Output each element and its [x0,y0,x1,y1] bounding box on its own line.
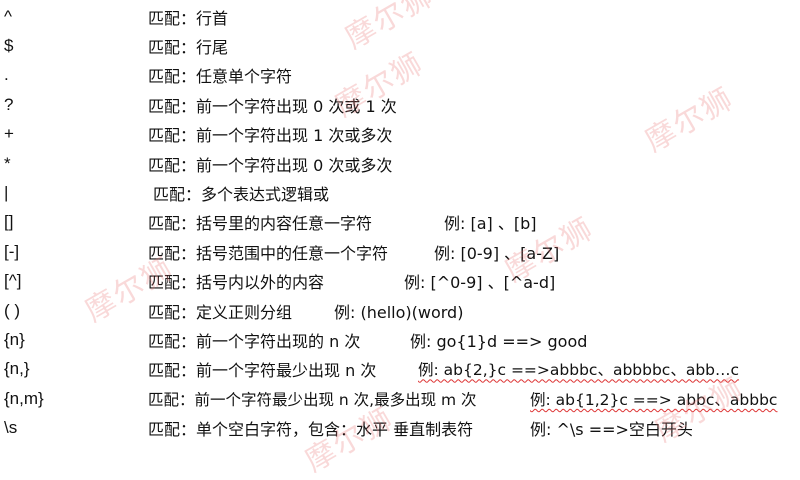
regex-description: 匹配：定义正则分组 [148,302,293,322]
regex-symbol: {n} [4,329,25,349]
regex-example: 例: ab{2,}c ==>abbbc、abbbbc、abb…c [418,361,740,380]
regex-description: 匹配：单个空白字符，包含：水平 垂直制表符 [148,420,474,440]
regex-description: 匹配：行首 [148,8,229,28]
regex-symbol: ? [4,94,14,114]
regex-description: 匹配：行尾 [148,38,229,58]
regex-symbol: \s [4,418,18,438]
table-row: \s 匹配：单个空白字符，包含：水平 垂直制表符 例: ^\s ==>空白开头 [0,413,800,442]
regex-description: 匹配：前一个字符出现 1 次或多次 [148,126,393,146]
table-row: + 匹配：前一个字符出现 1 次或多次 [0,120,800,149]
regex-description: 匹配：前一个字符最少出现 n 次 [148,361,377,381]
regex-example: 例: [^0-9] 、[^a-d] [404,273,556,293]
regex-description: 匹配：前一个字符出现 0 次或 1 次 [148,96,397,116]
table-row: $ 匹配：行尾 [0,31,800,60]
regex-symbol: [] [4,212,14,232]
regex-description: 匹配：括号里的内容任意一字符 [148,214,373,234]
regex-symbol: + [4,124,14,144]
regex-symbol: $ [4,36,14,56]
regex-symbol: | [4,183,9,203]
regex-description: 匹配：前一个字符最少出现 n 次,最多出现 m 次 [148,390,477,409]
table-row: ? 匹配：前一个字符出现 0 次或 1 次 [0,90,800,119]
regex-symbol: [^] [4,271,22,291]
regex-symbol: [-] [4,241,20,261]
regex-reference-table: ^ 匹配：行首 $ 匹配：行尾 . 匹配：任意单个字符 ? 匹配：前一个字符出现… [0,0,800,479]
table-row: {n,} 匹配：前一个字符最少出现 n 次 例: ab{2,}c ==>abbb… [0,355,800,384]
regex-symbol: {n,} [4,359,30,379]
regex-example: 例: ab{1,2}c ==> abbc、abbbc [530,390,778,409]
table-row: {n,m} 匹配：前一个字符最少出现 n 次,最多出现 m 次 例: ab{1,… [0,384,800,413]
regex-example: 例: go{1}d ==> good [410,331,588,351]
regex-symbol: ^ [4,6,12,26]
regex-example: 例: (hello)(word) [334,302,464,322]
regex-symbol: {n,m} [4,388,44,408]
regex-description: 匹配：括号内以外的内容 [148,273,325,293]
table-row: ( ) 匹配：定义正则分组 例: (hello)(word) [0,296,800,325]
regex-description: 匹配：任意单个字符 [148,67,293,87]
regex-example: 例: [0-9] 、[a-Z] [434,243,560,263]
regex-symbol: . [4,65,9,85]
regex-symbol: ( ) [4,300,21,320]
table-row: [] 匹配：括号里的内容任意一字符 例: [a] 、[b] [0,208,800,237]
regex-description: 匹配：多个表达式逻辑或 [153,185,330,205]
regex-description: 匹配：前一个字符出现 0 次或多次 [148,155,393,175]
table-row: [^] 匹配：括号内以外的内容 例: [^0-9] 、[^a-d] [0,267,800,296]
table-row: [-] 匹配：括号范围中的任意一个字符 例: [0-9] 、[a-Z] [0,237,800,266]
table-row: * 匹配：前一个字符出现 0 次或多次 [0,149,800,178]
regex-example: 例: ^\s ==>空白开头 [530,420,693,440]
regex-example: 例: [a] 、[b] [444,214,537,234]
regex-symbol: * [4,153,11,173]
regex-description: 匹配：括号范围中的任意一个字符 [148,243,389,263]
regex-description: 匹配：前一个字符出现的 n 次 [148,331,361,351]
table-row: | 匹配：多个表达式逻辑或 [0,178,800,207]
table-row: ^ 匹配：行首 [0,2,800,31]
table-row: {n} 匹配：前一个字符出现的 n 次 例: go{1}d ==> good [0,325,800,354]
table-row: . 匹配：任意单个字符 [0,61,800,90]
